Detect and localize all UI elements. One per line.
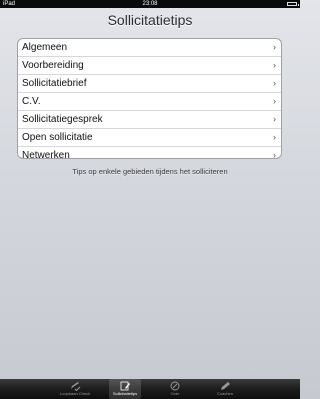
menu-item-cv[interactable]: C.V. › [18, 93, 281, 111]
pencil-check-icon [71, 382, 81, 391]
menu-item-label: Netwerken [22, 150, 70, 159]
menu-item-algemeen[interactable]: Algemeen › [18, 39, 281, 57]
status-time: 23:08 [142, 1, 158, 7]
tab-loopbaan-check[interactable]: Loopbaan Check [59, 379, 91, 399]
info-icon [170, 381, 180, 391]
menu-item-sollicitatiebrief[interactable]: Sollicitatiebrief › [18, 75, 281, 93]
menu-item-label: Algemeen [22, 42, 68, 53]
tab-coachen[interactable]: Coachen [209, 379, 241, 399]
chevron-right-icon: › [273, 114, 276, 124]
menu-item-label: Sollicitatiegesprek [22, 114, 103, 125]
menu-list: Algemeen › Voorbereiding › Sollicitatieb… [17, 38, 282, 159]
battery-icon [287, 2, 299, 6]
menu-item-sollicitatiegesprek[interactable]: Sollicitatiegesprek › [18, 111, 281, 129]
page-title: Sollicitatietips [107, 12, 193, 28]
menu-item-open-sollicitatie[interactable]: Open sollicitatie › [18, 129, 281, 147]
pencil-pad-icon [120, 381, 130, 391]
tab-bar: Loopbaan Check Sollicitatietips Over Coa… [0, 379, 300, 399]
chevron-right-icon: › [273, 60, 276, 70]
status-bar: iPad 23:08 [0, 0, 300, 8]
tab-label: Coachen [216, 391, 233, 396]
menu-item-label: C.V. [22, 96, 41, 107]
menu-item-voorbereiding[interactable]: Voorbereiding › [18, 57, 281, 75]
tab-label: Over [170, 391, 180, 396]
menu-item-netwerken[interactable]: Netwerken › [18, 147, 281, 159]
chevron-right-icon: › [273, 96, 276, 106]
footer-note: Tips op enkele gebieden tijdens het soll… [72, 167, 228, 176]
chevron-right-icon: › [273, 42, 276, 52]
pencil-icon [221, 382, 230, 390]
menu-item-label: Voorbereiding [22, 60, 84, 71]
chevron-right-icon: › [273, 78, 276, 88]
tab-label: Loopbaan Check [59, 391, 91, 396]
menu-item-label: Sollicitatiebrief [22, 78, 87, 89]
menu-item-label: Open sollicitatie [22, 132, 93, 143]
chevron-right-icon: › [273, 132, 276, 142]
tab-label: Sollicitatietips [112, 391, 138, 396]
tab-over[interactable]: Over [159, 379, 191, 399]
chevron-right-icon: › [273, 150, 276, 159]
tab-sollicitatietips[interactable]: Sollicitatietips [109, 379, 141, 399]
